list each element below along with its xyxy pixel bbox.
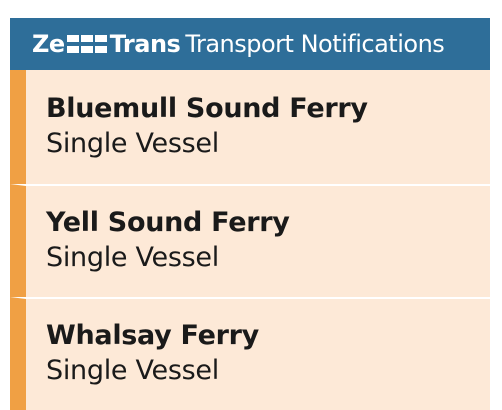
widget-header: Ze Trans Transport Notifications [10, 18, 490, 70]
notification-status: Single Vessel [46, 242, 219, 273]
notification-item-yell-sound-ferry[interactable]: Yell Sound Ferry Single Vessel [10, 184, 490, 297]
notification-list: Bluemull Sound Ferry Single Vessel Yell … [10, 70, 490, 410]
notification-title: Whalsay Ferry [46, 320, 259, 351]
transport-notifications-widget: Ze Trans Transport Notifications Bluemul… [10, 18, 490, 410]
brand-suffix: Trans [109, 30, 181, 58]
header-title: Transport Notifications [185, 30, 445, 58]
notification-status: Single Vessel [46, 128, 219, 159]
notification-title: Yell Sound Ferry [46, 207, 290, 238]
notification-status: Single Vessel [46, 355, 219, 386]
notification-title: Bluemull Sound Ferry [46, 93, 368, 124]
zettrans-logo[interactable]: Ze Trans [32, 30, 181, 58]
zettrans-logo-icon [66, 35, 107, 53]
brand-prefix: Ze [32, 30, 65, 58]
notification-item-bluemull-sound-ferry[interactable]: Bluemull Sound Ferry Single Vessel [10, 70, 490, 184]
notification-item-whalsay-ferry[interactable]: Whalsay Ferry Single Vessel [10, 297, 490, 410]
